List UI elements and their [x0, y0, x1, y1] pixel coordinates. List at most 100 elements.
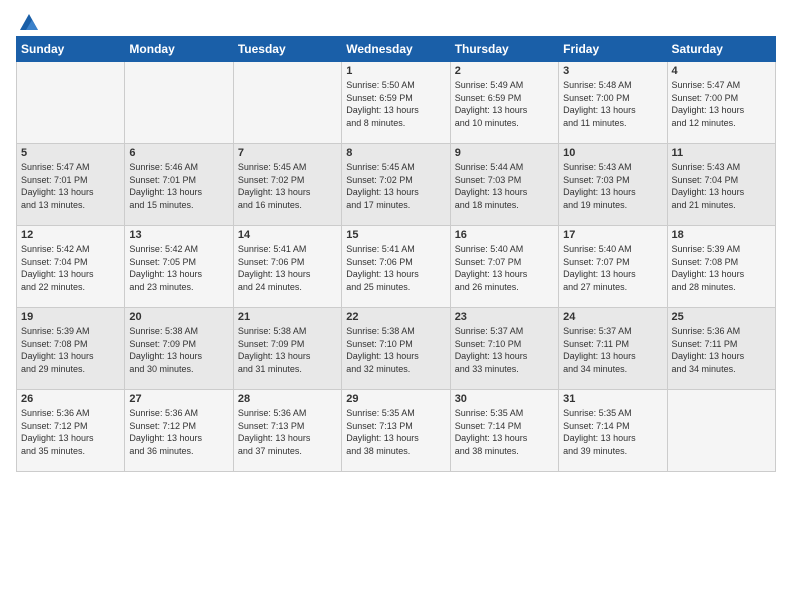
day-number: 17: [563, 229, 662, 241]
day-info: Sunrise: 5:43 AM Sunset: 7:04 PM Dayligh…: [672, 161, 771, 211]
day-number: 12: [21, 229, 120, 241]
day-number: 11: [672, 147, 771, 159]
calendar-day-16: 16 Sunrise: 5:40 AM Sunset: 7:07 PM Dayli…: [450, 226, 558, 308]
day-info: Sunrise: 5:37 AM Sunset: 7:11 PM Dayligh…: [563, 325, 662, 375]
calendar-day-15: 15Sunrise: 5:41 AM Sunset: 7:06 PM Dayli…: [342, 226, 450, 308]
day-info: Sunrise: 5:47 AM Sunset: 7:00 PM Dayligh…: [672, 79, 771, 129]
calendar-day-19: 19Sunrise: 5:39 AM Sunset: 7:08 PM Dayli…: [17, 308, 125, 390]
day-header-sunday: Sunday: [17, 37, 125, 62]
day-number: 22: [346, 311, 445, 323]
day-info: Sunrise: 5:49 AM Sunset: 6:59 PM Dayligh…: [455, 79, 554, 129]
day-info: Sunrise: 5:42 AM Sunset: 7:05 PM Dayligh…: [129, 243, 228, 293]
day-number: 18: [672, 229, 771, 241]
day-number: 26: [21, 393, 120, 405]
calendar-week-row: 5 Sunrise: 5:47 AM Sunset: 7:01 PM Daylig…: [17, 144, 776, 226]
day-number: 9: [455, 147, 554, 159]
day-number: 30: [455, 393, 554, 405]
day-info: Sunrise: 5:37 AM Sunset: 7:10 PM Dayligh…: [455, 325, 554, 375]
day-number: 31: [563, 393, 662, 405]
day-header-wednesday: Wednesday: [342, 37, 450, 62]
day-info: Sunrise: 5:41 AM Sunset: 7:06 PM Dayligh…: [238, 243, 337, 293]
day-number: 6: [129, 147, 228, 159]
day-number: 21: [238, 311, 337, 323]
calendar-day-7: 7 Sunrise: 5:45 AM Sunset: 7:02 PM Daylig…: [233, 144, 341, 226]
calendar-day-26: 26 Sunrise: 5:36 AM Sunset: 7:12 PM Dayli…: [17, 390, 125, 472]
calendar-day-23: 23 Sunrise: 5:37 AM Sunset: 7:10 PM Dayli…: [450, 308, 558, 390]
day-number: 10: [563, 147, 662, 159]
day-info: Sunrise: 5:35 AM Sunset: 7:13 PM Dayligh…: [346, 407, 445, 457]
calendar-week-row: 19Sunrise: 5:39 AM Sunset: 7:08 PM Dayli…: [17, 308, 776, 390]
day-header-tuesday: Tuesday: [233, 37, 341, 62]
calendar-week-row: 1 Sunrise: 5:50 AM Sunset: 6:59 PM Daylig…: [17, 62, 776, 144]
day-info: Sunrise: 5:47 AM Sunset: 7:01 PM Dayligh…: [21, 161, 120, 211]
day-info: Sunrise: 5:35 AM Sunset: 7:14 PM Dayligh…: [455, 407, 554, 457]
day-info: Sunrise: 5:42 AM Sunset: 7:04 PM Dayligh…: [21, 243, 120, 293]
day-info: Sunrise: 5:36 AM Sunset: 7:12 PM Dayligh…: [129, 407, 228, 457]
day-number: 13: [129, 229, 228, 241]
day-info: Sunrise: 5:45 AM Sunset: 7:02 PM Dayligh…: [346, 161, 445, 211]
calendar-day-18: 18 Sunrise: 5:39 AM Sunset: 7:08 PM Dayli…: [667, 226, 775, 308]
calendar-day-20: 20 Sunrise: 5:38 AM Sunset: 7:09 PM Dayli…: [125, 308, 233, 390]
calendar-week-row: 26 Sunrise: 5:36 AM Sunset: 7:12 PM Dayli…: [17, 390, 776, 472]
day-info: Sunrise: 5:39 AM Sunset: 7:08 PM Dayligh…: [21, 325, 120, 375]
day-info: Sunrise: 5:44 AM Sunset: 7:03 PM Dayligh…: [455, 161, 554, 211]
day-info: Sunrise: 5:35 AM Sunset: 7:14 PM Dayligh…: [563, 407, 662, 457]
day-number: 5: [21, 147, 120, 159]
calendar-day-4: 4 Sunrise: 5:47 AM Sunset: 7:00 PM Daylig…: [667, 62, 775, 144]
day-header-monday: Monday: [125, 37, 233, 62]
day-number: 2: [455, 65, 554, 77]
calendar-day-2: 2 Sunrise: 5:49 AM Sunset: 6:59 PM Daylig…: [450, 62, 558, 144]
day-number: 29: [346, 393, 445, 405]
calendar-day-5: 5 Sunrise: 5:47 AM Sunset: 7:01 PM Daylig…: [17, 144, 125, 226]
day-header-friday: Friday: [559, 37, 667, 62]
day-info: Sunrise: 5:36 AM Sunset: 7:13 PM Dayligh…: [238, 407, 337, 457]
day-number: 20: [129, 311, 228, 323]
calendar-day-10: 10 Sunrise: 5:43 AM Sunset: 7:03 PM Dayli…: [559, 144, 667, 226]
day-number: 25: [672, 311, 771, 323]
calendar-day-6: 6 Sunrise: 5:46 AM Sunset: 7:01 PM Daylig…: [125, 144, 233, 226]
day-info: Sunrise: 5:40 AM Sunset: 7:07 PM Dayligh…: [455, 243, 554, 293]
calendar-empty-cell: [17, 62, 125, 144]
calendar-table: SundayMondayTuesdayWednesdayThursdayFrid…: [16, 36, 776, 472]
calendar-day-30: 30 Sunrise: 5:35 AM Sunset: 7:14 PM Dayli…: [450, 390, 558, 472]
day-number: 1: [346, 65, 445, 77]
calendar-day-21: 21 Sunrise: 5:38 AM Sunset: 7:09 PM Dayli…: [233, 308, 341, 390]
header: [16, 12, 776, 30]
day-number: 28: [238, 393, 337, 405]
day-number: 23: [455, 311, 554, 323]
day-number: 4: [672, 65, 771, 77]
day-info: Sunrise: 5:39 AM Sunset: 7:08 PM Dayligh…: [672, 243, 771, 293]
day-number: 24: [563, 311, 662, 323]
day-number: 7: [238, 147, 337, 159]
calendar-day-25: 25 Sunrise: 5:36 AM Sunset: 7:11 PM Dayli…: [667, 308, 775, 390]
calendar-day-14: 14 Sunrise: 5:41 AM Sunset: 7:06 PM Dayli…: [233, 226, 341, 308]
day-number: 14: [238, 229, 337, 241]
day-info: Sunrise: 5:50 AM Sunset: 6:59 PM Dayligh…: [346, 79, 445, 129]
logo: [16, 12, 40, 30]
day-info: Sunrise: 5:36 AM Sunset: 7:11 PM Dayligh…: [672, 325, 771, 375]
day-info: Sunrise: 5:38 AM Sunset: 7:10 PM Dayligh…: [346, 325, 445, 375]
calendar-day-24: 24 Sunrise: 5:37 AM Sunset: 7:11 PM Dayli…: [559, 308, 667, 390]
day-info: Sunrise: 5:45 AM Sunset: 7:02 PM Dayligh…: [238, 161, 337, 211]
day-info: Sunrise: 5:40 AM Sunset: 7:07 PM Dayligh…: [563, 243, 662, 293]
day-number: 3: [563, 65, 662, 77]
calendar-day-8: 8Sunrise: 5:45 AM Sunset: 7:02 PM Daylig…: [342, 144, 450, 226]
calendar-day-29: 29 Sunrise: 5:35 AM Sunset: 7:13 PM Dayli…: [342, 390, 450, 472]
day-info: Sunrise: 5:36 AM Sunset: 7:12 PM Dayligh…: [21, 407, 120, 457]
day-info: Sunrise: 5:38 AM Sunset: 7:09 PM Dayligh…: [129, 325, 228, 375]
calendar-day-1: 1 Sunrise: 5:50 AM Sunset: 6:59 PM Daylig…: [342, 62, 450, 144]
day-info: Sunrise: 5:48 AM Sunset: 7:00 PM Dayligh…: [563, 79, 662, 129]
day-header-saturday: Saturday: [667, 37, 775, 62]
day-info: Sunrise: 5:46 AM Sunset: 7:01 PM Dayligh…: [129, 161, 228, 211]
calendar-empty-cell: [125, 62, 233, 144]
day-info: Sunrise: 5:43 AM Sunset: 7:03 PM Dayligh…: [563, 161, 662, 211]
calendar-day-17: 17 Sunrise: 5:40 AM Sunset: 7:07 PM Dayli…: [559, 226, 667, 308]
day-number: 16: [455, 229, 554, 241]
calendar-day-3: 3 Sunrise: 5:48 AM Sunset: 7:00 PM Daylig…: [559, 62, 667, 144]
calendar-empty-cell: [667, 390, 775, 472]
calendar-day-9: 9 Sunrise: 5:44 AM Sunset: 7:03 PM Daylig…: [450, 144, 558, 226]
calendar-day-11: 11 Sunrise: 5:43 AM Sunset: 7:04 PM Dayli…: [667, 144, 775, 226]
calendar-day-12: 12 Sunrise: 5:42 AM Sunset: 7:04 PM Dayli…: [17, 226, 125, 308]
day-info: Sunrise: 5:38 AM Sunset: 7:09 PM Dayligh…: [238, 325, 337, 375]
day-number: 27: [129, 393, 228, 405]
